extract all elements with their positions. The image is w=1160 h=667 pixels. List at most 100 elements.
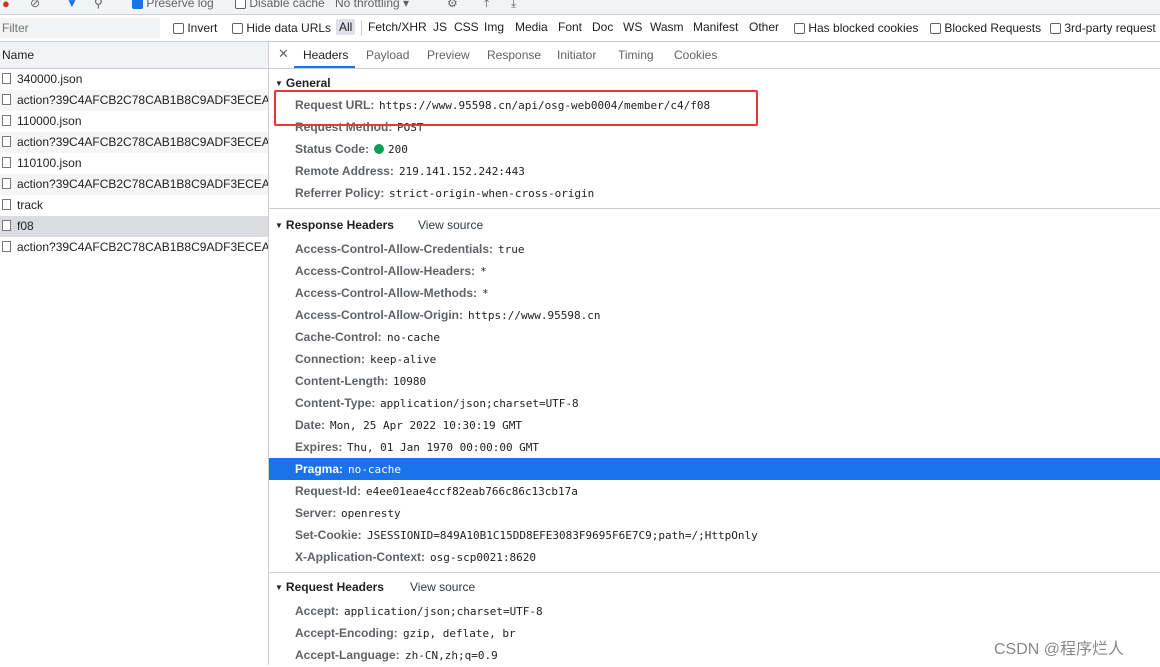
header-value-wrap: strict-origin-when-cross-origin <box>389 182 594 205</box>
type-filter-fetch-xhr[interactable]: Fetch/XHR <box>365 19 430 35</box>
header-row[interactable]: Remote Address: 219.141.152.242:443 <box>269 160 1160 182</box>
header-row[interactable]: Status Code: 200 <box>269 138 1160 160</box>
header-value-wrap: https://www.95598.cn <box>468 304 600 327</box>
header-value-wrap: no-cache <box>387 326 440 349</box>
header-row[interactable]: Expires: Thu, 01 Jan 1970 00:00:00 GMT <box>269 436 1160 458</box>
response-view-source-link[interactable]: View source <box>418 218 483 232</box>
tab-initiator[interactable]: Initiator <box>557 48 596 62</box>
header-row[interactable]: Access-Control-Allow-Headers: * <box>269 260 1160 282</box>
tab-response[interactable]: Response <box>487 48 541 62</box>
request-name: 110000.json <box>17 114 82 128</box>
request-headers-section-title[interactable]: ▼ Request Headers <box>275 580 384 594</box>
header-key: Cache-Control: <box>295 330 382 344</box>
request-row[interactable]: track <box>0 195 268 216</box>
header-row[interactable]: Pragma: no-cache <box>269 458 1160 480</box>
header-row[interactable]: Cache-Control: no-cache <box>269 326 1160 348</box>
header-row[interactable]: Set-Cookie: JSESSIONID=849A10B1C15DD8EFE3… <box>269 524 1160 546</box>
header-key: Pragma: <box>295 462 344 476</box>
response-headers-section-title[interactable]: ▼ Response Headers <box>275 218 394 232</box>
type-filter-img[interactable]: Img <box>481 19 507 35</box>
header-value: * <box>482 287 489 300</box>
request-row[interactable]: 110000.json <box>0 111 268 132</box>
request-row[interactable]: action?39C4AFCB2C78CAB1B8C9ADF3ECEA... <box>0 132 268 153</box>
network-conditions-icon[interactable]: ⚙ <box>447 0 458 10</box>
type-filter-other[interactable]: Other <box>746 19 782 35</box>
type-filter-font[interactable]: Font <box>555 19 585 35</box>
header-key: Set-Cookie: <box>295 528 362 542</box>
tab-cookies[interactable]: Cookies <box>674 48 717 62</box>
header-value-wrap: 219.141.152.242:443 <box>399 160 525 183</box>
header-row[interactable]: Connection: keep-alive <box>269 348 1160 370</box>
request-row[interactable]: 110100.json <box>0 153 268 174</box>
header-row[interactable]: Server: openresty <box>269 502 1160 524</box>
name-column-header[interactable]: Name <box>0 42 268 69</box>
header-key: Remote Address: <box>295 164 394 178</box>
header-value: no-cache <box>387 331 440 344</box>
header-row[interactable]: Access-Control-Allow-Credentials: true <box>269 238 1160 260</box>
header-value: keep-alive <box>370 353 437 366</box>
request-view-source-link[interactable]: View source <box>410 580 475 594</box>
header-row[interactable]: Content-Type: application/json;charset=UT… <box>269 392 1160 414</box>
header-value-wrap: Mon, 25 Apr 2022 10:30:19 GMT <box>330 414 522 437</box>
status-ok-icon <box>374 144 384 154</box>
search-icon[interactable]: ⚲ <box>94 0 103 10</box>
header-key: Content-Length: <box>295 374 389 388</box>
close-icon[interactable]: ✕ <box>278 46 289 62</box>
type-filter-manifest[interactable]: Manifest <box>690 19 741 35</box>
header-row[interactable]: X-Application-Context: osg-scp0021:8620 <box>269 546 1160 568</box>
disable-cache-checkbox[interactable]: Disable cache <box>235 0 325 10</box>
tab-payload[interactable]: Payload <box>366 48 409 62</box>
filter-input[interactable] <box>0 18 160 38</box>
import-har-icon[interactable]: ⤒ <box>484 0 489 11</box>
preserve-log-checkbox[interactable]: Preserve log <box>132 0 214 10</box>
blocked-requests-checkbox[interactable]: Blocked Requests <box>930 21 1041 35</box>
request-row[interactable]: action?39C4AFCB2C78CAB1B8C9ADF3ECEA... <box>0 90 268 111</box>
header-row[interactable]: Request-Id: e4ee01eae4ccf82eab766c86c13cb… <box>269 480 1160 502</box>
header-value: strict-origin-when-cross-origin <box>389 187 595 200</box>
general-section-title[interactable]: ▼ General <box>275 76 331 90</box>
request-row[interactable]: f08 <box>0 216 268 237</box>
type-filter-ws[interactable]: WS <box>620 19 645 35</box>
request-name: 110100.json <box>17 156 82 170</box>
tab-headers[interactable]: Headers <box>303 48 348 62</box>
clear-icon[interactable]: ⊘ <box>30 0 40 10</box>
header-key: Access-Control-Allow-Origin: <box>295 308 464 322</box>
header-row[interactable]: Content-Length: 10980 <box>269 370 1160 392</box>
third-party-checkbox[interactable]: 3rd-party request <box>1050 21 1156 35</box>
request-name: f08 <box>17 219 34 233</box>
type-filter-js[interactable]: JS <box>430 19 450 35</box>
header-row[interactable]: Referrer Policy: strict-origin-when-cross… <box>269 182 1160 204</box>
hide-data-urls-checkbox[interactable]: Hide data URLs <box>232 21 331 35</box>
request-row[interactable]: action?39C4AFCB2C78CAB1B8C9ADF3ECEA... <box>0 174 268 195</box>
header-key: Expires: <box>295 440 343 454</box>
request-row[interactable]: 340000.json <box>0 69 268 90</box>
active-tab-indicator <box>294 66 355 68</box>
export-har-icon[interactable]: ⤓ <box>511 0 516 11</box>
header-row[interactable]: Accept: application/json;charset=UTF-8 <box>269 600 1160 622</box>
type-filter-wasm[interactable]: Wasm <box>647 19 687 35</box>
header-row[interactable]: Access-Control-Allow-Methods: * <box>269 282 1160 304</box>
request-row[interactable]: action?39C4AFCB2C78CAB1B8C9ADF3ECEA... <box>0 237 268 258</box>
header-row[interactable]: Date: Mon, 25 Apr 2022 10:30:19 GMT <box>269 414 1160 436</box>
type-filter-doc[interactable]: Doc <box>589 19 616 35</box>
invert-checkbox[interactable]: Invert <box>173 21 217 35</box>
throttling-select[interactable]: No throttling ▾ <box>335 0 409 10</box>
type-filter-media[interactable]: Media <box>512 19 551 35</box>
header-value-wrap: zh-CN,zh;q=0.9 <box>405 644 498 667</box>
filter-icon[interactable]: ▼ <box>66 0 78 10</box>
preserve-log-label: Preserve log <box>146 0 214 10</box>
request-name: action?39C4AFCB2C78CAB1B8C9ADF3ECEA... <box>17 177 268 191</box>
tab-timing[interactable]: Timing <box>618 48 654 62</box>
header-key: Content-Type: <box>295 396 376 410</box>
request-name: action?39C4AFCB2C78CAB1B8C9ADF3ECEA... <box>17 135 268 149</box>
type-filter-all[interactable]: All <box>336 19 356 35</box>
document-icon <box>2 136 11 147</box>
header-value-wrap: * <box>480 260 487 283</box>
tab-preview[interactable]: Preview <box>427 48 470 62</box>
annotation-highlight-box <box>274 90 758 126</box>
type-filter-css[interactable]: CSS <box>451 19 482 35</box>
has-blocked-cookies-checkbox[interactable]: Has blocked cookies <box>794 21 918 35</box>
request-list: Name 340000.json action?39C4AFCB2C78CAB1B… <box>0 42 269 665</box>
header-row[interactable]: Access-Control-Allow-Origin: https://www.… <box>269 304 1160 326</box>
record-icon[interactable]: ● <box>2 0 10 11</box>
